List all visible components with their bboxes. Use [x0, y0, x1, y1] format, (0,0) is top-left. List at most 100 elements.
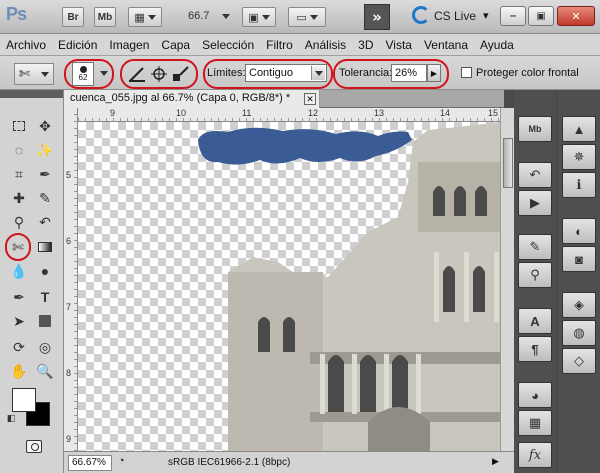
styles-panel-button[interactable]: fx	[518, 442, 552, 468]
default-colors-icon[interactable]: ◧	[4, 412, 18, 424]
menu-3d[interactable]: 3D	[352, 38, 379, 52]
protect-foreground-checkbox[interactable]	[461, 67, 472, 78]
clone-stamp-tool-icon[interactable]: ⚲	[8, 212, 30, 232]
chevron-down-icon[interactable]: ▾	[483, 9, 489, 22]
view-mode-dropdown[interactable]: ▣	[242, 7, 276, 27]
bridge-button[interactable]: Br	[62, 7, 84, 27]
zoom-level[interactable]: 66.7	[188, 10, 209, 22]
horizontal-ruler[interactable]: 9 10 11 12 13 14 15	[78, 108, 500, 122]
3d-orbit-tool-icon[interactable]: ◎	[34, 337, 56, 357]
tool-preset-picker[interactable]: ✄	[14, 63, 54, 85]
lasso-tool-icon[interactable]: ◌	[8, 140, 30, 160]
document-canvas[interactable]	[78, 122, 500, 451]
paths-icon: ◇	[574, 353, 584, 368]
3d-rotate-tool-icon[interactable]: ⟳	[8, 337, 30, 357]
cs-live-button[interactable]: CS Live	[434, 9, 476, 23]
tolerance-slider-button[interactable]: ▶	[427, 64, 441, 82]
menu-filtro[interactable]: Filtro	[260, 38, 299, 52]
history-panel-button[interactable]: ↶	[518, 162, 552, 188]
close-tab-icon[interactable]: ✕	[304, 93, 316, 105]
vertical-scrollbar[interactable]	[500, 108, 514, 451]
foreground-color-swatch[interactable]	[12, 388, 36, 412]
screen-mode-dropdown[interactable]: ▭	[288, 7, 326, 27]
blur-tool-icon[interactable]: 💧	[8, 261, 30, 281]
workspace-expand-button[interactable]: »	[364, 4, 390, 30]
mini-bridge-panel-button[interactable]: Mb	[518, 116, 552, 142]
cathedral-image	[198, 122, 500, 451]
sampling-once-icon[interactable]	[150, 65, 168, 83]
layers-panel-button[interactable]: ◈	[562, 292, 596, 318]
paragraph-panel-button[interactable]: ¶	[518, 336, 552, 362]
chevron-down-icon	[41, 72, 49, 77]
tolerance-input[interactable]: 26%	[391, 64, 427, 82]
fx-icon: fx	[528, 447, 542, 463]
minimize-button[interactable]: –	[500, 6, 526, 26]
ruler-v-tick: 5	[66, 170, 72, 180]
dodge-tool-icon[interactable]: ●	[34, 261, 56, 281]
menu-seleccion[interactable]: Selección	[196, 38, 260, 52]
limits-value: Contiguo	[249, 67, 294, 79]
menu-edicion[interactable]: Edición	[52, 38, 103, 52]
clone-source-panel-button[interactable]: ⚲	[518, 262, 552, 288]
masks-panel-button[interactable]: ◙	[562, 246, 596, 272]
extras-dropdown[interactable]: ▦	[128, 7, 162, 27]
menu-analisis[interactable]: Análisis	[299, 38, 352, 52]
brush-panel-button[interactable]: ✎	[518, 234, 552, 260]
chevron-down-icon[interactable]	[100, 71, 108, 76]
chevron-down-icon	[147, 14, 156, 20]
crop-tool-icon[interactable]: ⌗	[8, 164, 30, 184]
vertical-ruler[interactable]: 5 6 7 8 9	[64, 108, 78, 451]
info-panel-button[interactable]: ℹ	[562, 172, 596, 198]
menu-capa[interactable]: Capa	[155, 38, 196, 52]
menu-bar: Archivo Edición Imagen Capa Selección Fi…	[0, 34, 600, 56]
marquee-tool-icon[interactable]	[8, 116, 30, 136]
healing-brush-tool-icon[interactable]: ✚	[8, 188, 30, 208]
gradient-tool-icon[interactable]	[34, 237, 56, 257]
document-tab[interactable]: cuenca_055.jpg al 66.7% (Capa 0, RGB/8*)…	[64, 90, 320, 108]
tools-panel-header[interactable]	[0, 90, 63, 98]
menu-ventana[interactable]: Ventana	[418, 38, 474, 52]
hand-tool-icon[interactable]: ✋	[8, 361, 30, 381]
actions-panel-button[interactable]: ▶	[518, 190, 552, 216]
scrollbar-thumb[interactable]	[503, 138, 513, 188]
eyedropper-tool-icon[interactable]: ✒	[34, 164, 56, 184]
paths-panel-button[interactable]: ◇	[562, 348, 596, 374]
pen-tool-icon[interactable]: ✒	[8, 287, 30, 307]
histogram-panel-button[interactable]: ▲	[562, 116, 596, 142]
sampling-continuous-icon[interactable]	[128, 65, 146, 83]
status-info-icon[interactable]: ◔	[118, 455, 125, 467]
quick-mask-button[interactable]	[26, 440, 42, 453]
menu-imagen[interactable]: Imagen	[103, 38, 155, 52]
swatches-panel-button[interactable]: ▦	[518, 410, 552, 436]
chevron-right-icon[interactable]: ▶	[492, 456, 499, 467]
sampling-background-swatch-icon[interactable]	[172, 65, 190, 83]
limits-select[interactable]: Contiguo	[245, 64, 327, 82]
brush-tool-icon[interactable]: ✎	[34, 188, 56, 208]
menu-archivo[interactable]: Archivo	[0, 38, 52, 52]
history-brush-tool-icon[interactable]: ↶	[34, 212, 56, 232]
magic-wand-tool-icon[interactable]: ✨	[34, 140, 56, 160]
ruler-h-tick: 12	[308, 108, 319, 118]
rectangle-tool-icon[interactable]	[34, 311, 56, 331]
maximize-button[interactable]: ▣	[528, 6, 554, 26]
path-selection-tool-icon[interactable]: ➤	[8, 311, 30, 331]
move-tool-icon[interactable]: ✥	[34, 116, 56, 136]
close-button[interactable]: ✕	[557, 6, 595, 26]
brush-picker[interactable]: 62	[72, 62, 94, 86]
ruler-v-tick: 9	[66, 434, 72, 444]
ruler-h-tick: 13	[374, 108, 385, 118]
menu-ayuda[interactable]: Ayuda	[474, 38, 520, 52]
background-eraser-tool-icon[interactable]: ✄	[7, 237, 29, 257]
menu-vista[interactable]: Vista	[380, 38, 418, 52]
zoom-input[interactable]: 66.67%	[68, 455, 112, 471]
navigator-panel-button[interactable]: ✵	[562, 144, 596, 170]
channels-panel-button[interactable]: ◍	[562, 320, 596, 346]
panel-dock-1: Mb ↶ ▶ ✎ ⚲ A ¶ ◕ ▦ fx	[514, 90, 556, 473]
character-panel-button[interactable]: A	[518, 308, 552, 334]
3d-panel-button[interactable]: ◕	[518, 382, 552, 408]
type-tool-icon[interactable]: T	[34, 287, 56, 307]
adjustments-panel-button[interactable]: ◐	[562, 218, 596, 244]
zoom-tool-icon[interactable]: 🔍	[34, 361, 56, 381]
mini-bridge-button[interactable]: Mb	[94, 7, 116, 27]
chevron-down-icon[interactable]	[222, 14, 230, 19]
